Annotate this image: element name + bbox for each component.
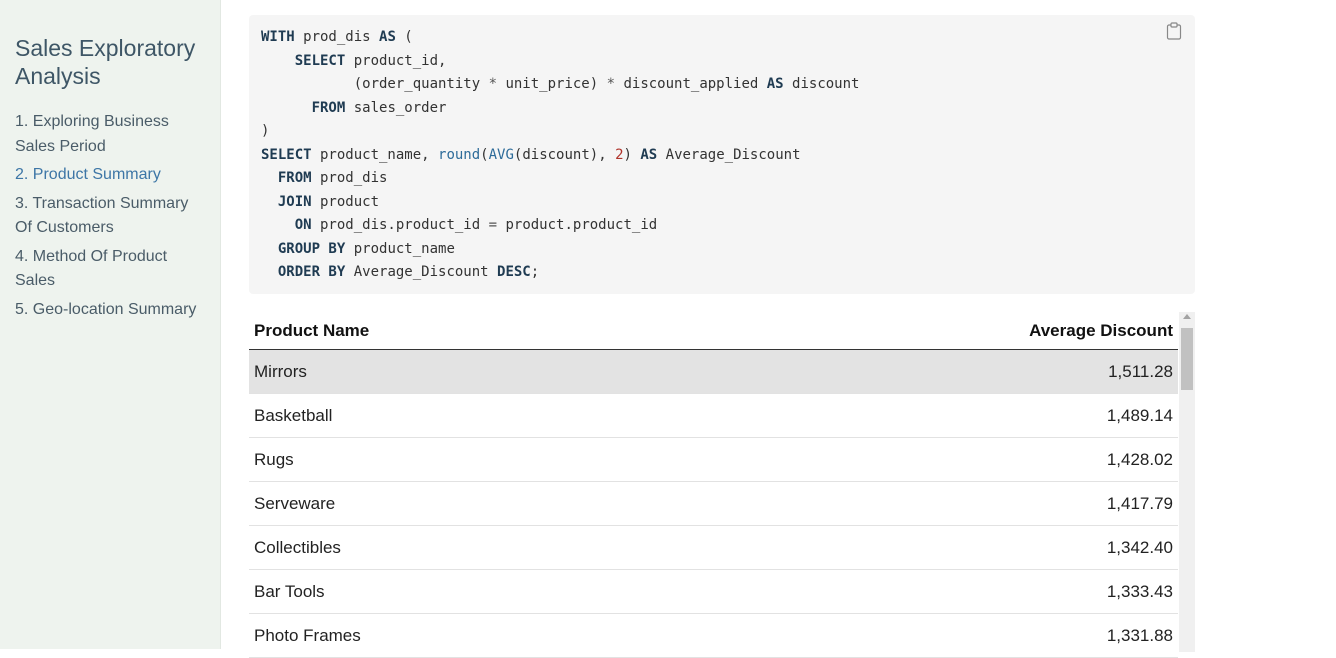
code-token: FROM [311,99,346,116]
table-row: Collectibles 1,342.40 [249,526,1178,570]
code-token: AS [379,29,396,45]
cell-average-discount: 1,511.28 [1108,361,1173,381]
results-table: Product Name Average Discount Mirrors 1,… [249,312,1178,658]
sidebar-title: Sales Exploratory Analysis [15,35,196,89]
table-header: Product Name Average Discount [249,312,1178,350]
code-line: ON prod_dis.product_id = product.product… [261,214,1195,238]
table-row: Basketball 1,489.14 [249,394,1178,438]
code-token: unit_price) [497,76,607,92]
cell-average-discount: 1,428.02 [1106,449,1173,469]
table-scrollbar[interactable] [1179,312,1195,652]
code-token: sales_order [345,99,447,116]
code-token: prod_dis [311,170,388,186]
code-token: SELECT [261,146,312,163]
code-block: WITH prod_dis AS ( SELECT product_id, (o… [249,15,1195,294]
code-token: product_name, [311,146,439,163]
cell-product-name: Mirrors [254,361,307,381]
code-line: ) [261,120,1195,144]
code-token: ; [530,264,540,280]
cell-product-name: Serveware [254,493,336,513]
table-row: Bar Tools 1,333.43 [249,570,1178,614]
clipboard-icon[interactable] [1166,22,1182,40]
header-product-name: Product Name [254,320,370,340]
code-token: discount_applied [615,76,767,92]
code-token: WITH [261,29,295,45]
header-average-discount: Average Discount [1029,320,1173,340]
code-token: ORDER BY [277,264,346,280]
code-lines: WITH prod_dis AS ( SELECT product_id, (o… [261,26,1195,285]
toc-item-product-summary[interactable]: 2. Product Summary [15,163,208,188]
code-token: AS [766,76,784,92]
code-line: SELECT product_id, [261,50,1195,74]
scroll-up-arrow-icon[interactable] [1183,314,1191,319]
code-token: ( [480,146,489,163]
table-of-contents: 1. Exploring Business Sales Period 2. Pr… [15,110,208,322]
code-token: round [438,146,481,163]
code-token: discount [783,76,860,92]
code-token: AS [640,146,658,163]
code-token: (order_quantity [261,76,489,92]
table-row: Photo Frames 1,331.88 [249,614,1178,658]
cell-average-discount: 1,333.43 [1106,581,1173,601]
cell-product-name: Rugs [254,449,294,469]
code-token: ON [294,217,312,233]
code-token: * [606,76,616,92]
code-line: FROM sales_order [261,97,1195,121]
results-table-container: Product Name Average Discount Mirrors 1,… [249,312,1195,658]
code-token: product_id, [345,52,447,69]
code-token: GROUP BY [277,240,346,257]
code-token: prod_dis [294,29,380,45]
toc-item-sales-period[interactable]: 1. Exploring Business Sales Period [15,110,208,159]
sidebar: Sales Exploratory Analysis 1. Exploring … [0,0,221,649]
code-token: 2 [615,146,624,163]
table-row: Rugs 1,428.02 [249,438,1178,482]
code-line: WITH prod_dis AS ( [261,26,1195,50]
code-token: product_name [345,240,455,257]
code-token: Average_Discount [657,146,801,163]
cell-average-discount: 1,342.40 [1106,537,1173,557]
code-token: SELECT [294,52,346,69]
code-token: = [488,217,498,233]
code-token: ) [261,123,270,139]
table-row: Serveware 1,417.79 [249,482,1178,526]
cell-average-discount: 1,331.88 [1106,625,1173,645]
cell-average-discount: 1,417.79 [1106,493,1173,513]
code-line: GROUP BY product_name [261,238,1195,262]
code-token: JOIN [277,193,312,210]
code-token: * [488,76,498,92]
code-token: DESC [497,264,531,280]
table-row: Mirrors 1,511.28 [249,350,1178,394]
code-token: AVG [488,146,514,163]
code-token: product.product_id [497,217,658,233]
code-token: prod_dis.product_id [311,217,489,233]
toc-item-transaction-summary[interactable]: 3. Transaction Summary Of Customers [15,192,208,241]
code-token: Average_Discount [345,264,498,280]
toc-item-method-of-sales[interactable]: 4. Method Of Product Sales [15,245,208,294]
code-token: product [311,193,380,210]
code-line: JOIN product [261,191,1195,215]
cell-average-discount: 1,489.14 [1106,405,1173,425]
code-line: (order_quantity * unit_price) * discount… [261,73,1195,97]
scrollbar-thumb[interactable] [1181,328,1193,390]
code-line: FROM prod_dis [261,167,1195,191]
cell-product-name: Bar Tools [254,581,325,601]
cell-product-name: Basketball [254,405,333,425]
cell-product-name: Collectibles [254,537,341,557]
code-token: FROM [277,170,312,186]
code-line: ORDER BY Average_Discount DESC; [261,261,1195,285]
code-token: (discount), [513,146,616,163]
cell-product-name: Photo Frames [254,625,361,645]
toc-item-geo-location[interactable]: 5. Geo-location Summary [15,298,208,323]
code-token: ) [623,146,641,163]
code-line: SELECT product_name, round(AVG(discount)… [261,144,1195,168]
main-content: WITH prod_dis AS ( SELECT product_id, (o… [249,15,1195,658]
code-token: ( [395,29,413,45]
